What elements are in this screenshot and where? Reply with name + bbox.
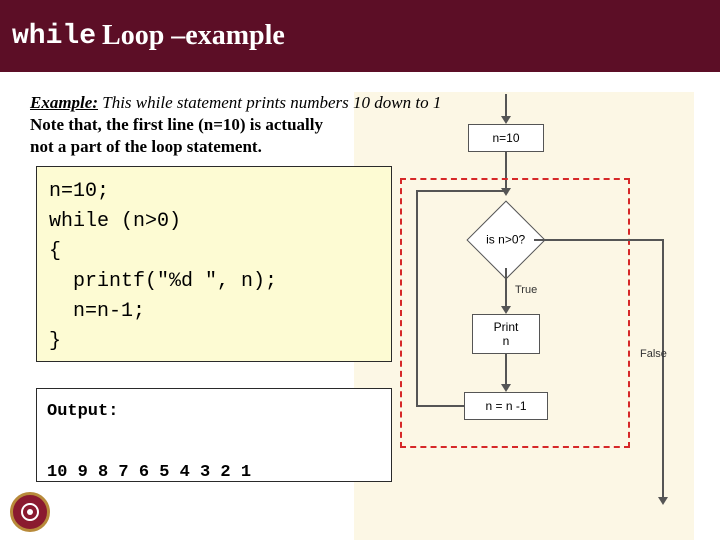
output-block: Output: 10 9 8 7 6 5 4 3 2 1 bbox=[36, 388, 392, 482]
code-block: n=10; while (n>0) { printf("%d ", n); n=… bbox=[36, 166, 392, 362]
code-line-5: n=n-1; bbox=[49, 300, 145, 323]
flow-line bbox=[416, 405, 464, 407]
flow-line bbox=[505, 268, 507, 308]
arrow-down-icon bbox=[501, 384, 511, 392]
flow-decrement-node: n = n -1 bbox=[464, 392, 548, 420]
code-line-1: n=10; bbox=[49, 180, 109, 203]
title-rest: Loop –example bbox=[102, 20, 285, 52]
flow-print-node: Print n bbox=[472, 314, 540, 354]
flow-line bbox=[505, 94, 507, 118]
code-line-3: { bbox=[49, 240, 61, 263]
output-values: 10 9 8 7 6 5 4 3 2 1 bbox=[47, 463, 251, 482]
title-keyword: while bbox=[12, 21, 96, 52]
code-line-2: while (n>0) bbox=[49, 210, 181, 233]
slide-header: while Loop –example bbox=[0, 0, 720, 72]
arrow-down-icon bbox=[501, 306, 511, 314]
flow-line bbox=[662, 239, 664, 499]
flow-line bbox=[505, 354, 507, 386]
note-line-1: Note that, the first line (n=10) is actu… bbox=[30, 115, 323, 134]
code-line-4: printf("%d ", n); bbox=[49, 270, 277, 293]
flow-print-label: Print n bbox=[494, 320, 519, 348]
flow-line bbox=[534, 239, 664, 241]
arrow-down-icon bbox=[501, 116, 511, 124]
flow-init-label: n=10 bbox=[492, 131, 519, 145]
arrow-down-icon bbox=[658, 497, 668, 505]
flow-line bbox=[416, 190, 418, 407]
logo-inner bbox=[21, 503, 39, 521]
code-line-6: } bbox=[49, 330, 61, 353]
true-label: True bbox=[515, 284, 537, 296]
example-label: Example: bbox=[30, 93, 98, 112]
university-logo bbox=[10, 492, 50, 532]
slide-body: Example: This while statement prints num… bbox=[0, 72, 720, 540]
flow-line bbox=[416, 190, 505, 192]
note-line-2: not a part of the loop statement. bbox=[30, 137, 262, 156]
false-label: False bbox=[640, 348, 667, 360]
flow-decision-label: is n>0? bbox=[486, 233, 525, 247]
flow-init-node: n=10 bbox=[468, 124, 544, 152]
output-label: Output: bbox=[47, 402, 118, 421]
flowchart: n=10 is n>0? True Print n n = n -1 False bbox=[360, 94, 690, 534]
flow-decrement-label: n = n -1 bbox=[485, 399, 526, 413]
